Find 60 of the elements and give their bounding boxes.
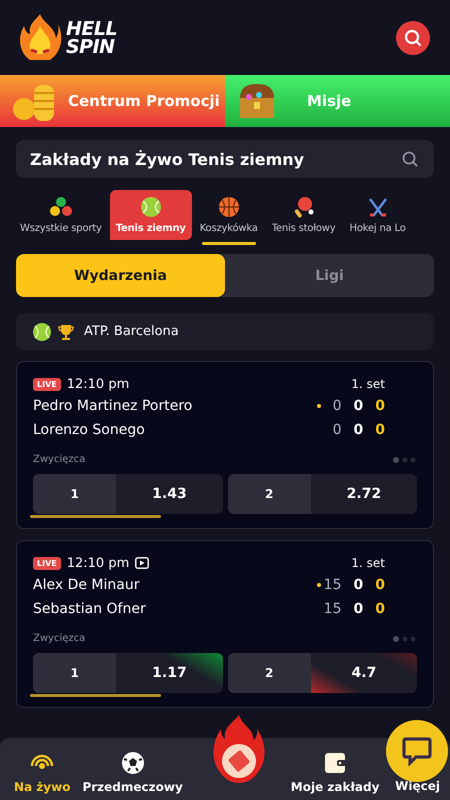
nav-item[interactable]: Na żywo xyxy=(8,750,76,794)
sport-tab[interactable]: Tenis ziemny xyxy=(110,190,192,240)
points-score: 0 xyxy=(332,398,342,414)
segment-tab[interactable]: Wydarzenia xyxy=(16,254,225,297)
tennis-ball-icon xyxy=(138,196,163,218)
tennis-ball-icon xyxy=(32,322,52,342)
set-label: 1. set xyxy=(351,556,385,570)
market-label: Zwycięzca xyxy=(33,454,86,465)
live-badge: LIVE xyxy=(33,378,61,390)
league-header[interactable]: ATP. Barcelona xyxy=(16,313,434,350)
games-score: 0 xyxy=(354,422,364,438)
player-name: Sebastian Ofner xyxy=(33,601,146,617)
games-score: 0 xyxy=(354,601,364,617)
points-score: 15 xyxy=(324,601,342,617)
sport-tab[interactable]: Hokej na Lo xyxy=(344,190,412,240)
search-icon xyxy=(402,151,418,167)
banner-title: Centrum Promocji xyxy=(68,92,220,110)
match-card[interactable]: LIVE 12:10 pm 1. set Alex De Minaur 15 0 0 Sebastian Ofner 15 0 0 Zwycięzca 1 1.17 2 4.7 xyxy=(16,540,434,708)
chat-bubble-icon xyxy=(402,736,432,766)
trophy-icon xyxy=(58,324,74,340)
player-name: Pedro Martinez Portero xyxy=(33,398,192,414)
games-score: 0 xyxy=(354,398,364,414)
points-score: 0 xyxy=(332,422,342,438)
treasure-chest-icon xyxy=(237,82,277,120)
basketball-icon xyxy=(216,196,241,218)
odds-button[interactable]: 2 4.7 xyxy=(228,653,417,693)
search-button[interactable] xyxy=(396,20,430,54)
set-label: 1. set xyxy=(351,377,385,391)
search-text: Zakłady na Żywo Tenis ziemny xyxy=(30,150,306,168)
sport-tab[interactable]: Wszystkie sporty xyxy=(14,190,108,240)
sets-score: 0 xyxy=(375,601,385,617)
live-badge: LIVE xyxy=(33,556,61,570)
sets-score: 0 xyxy=(375,398,385,414)
segment-tab[interactable]: Ligi xyxy=(225,254,434,297)
match-time: 12:10 pm xyxy=(66,556,130,570)
match-time: 12:10 pm xyxy=(66,376,130,392)
ping-pong-paddle-icon xyxy=(292,196,316,218)
pager-dots-icon xyxy=(393,456,417,462)
odds-button[interactable]: 2 2.72 xyxy=(228,474,417,514)
sports-balls-icon xyxy=(48,196,73,218)
market-label: Zwycięzca xyxy=(33,633,86,644)
nav-item[interactable]: Moje zakłady xyxy=(284,750,386,794)
search-bar[interactable]: Zakłady na Żywo Tenis ziemny xyxy=(16,140,434,178)
more-button[interactable]: Więcej xyxy=(395,779,440,794)
logo-wordmark: HELL SPIN xyxy=(66,20,118,56)
search-icon xyxy=(404,28,422,46)
player-name: Alex De Minaur xyxy=(33,577,140,593)
games-score: 0 xyxy=(354,577,364,593)
sets-score: 0 xyxy=(375,422,385,438)
league-name: ATP. Barcelona xyxy=(84,324,179,339)
points-score: 15 xyxy=(324,577,342,593)
sport-tab[interactable]: Tenis stołowy xyxy=(266,190,342,240)
player-name: Lorenzo Sonego xyxy=(33,422,145,438)
sets-score: 0 xyxy=(375,577,385,593)
soccer-ball-icon xyxy=(120,750,146,776)
pager-dots-icon xyxy=(393,636,417,642)
nav-item[interactable]: Przedmeczowy xyxy=(76,750,189,794)
match-card[interactable]: LIVE 12:10 pm 1. set Pedro Martinez Portero 0 0 0 Lorenzo Sonego 0 0 0 Zwycięzca 1 1.43 2 2.72 xyxy=(16,361,434,529)
banner-title: Misje xyxy=(307,92,352,110)
sport-tab[interactable]: Koszykówka xyxy=(194,190,264,240)
